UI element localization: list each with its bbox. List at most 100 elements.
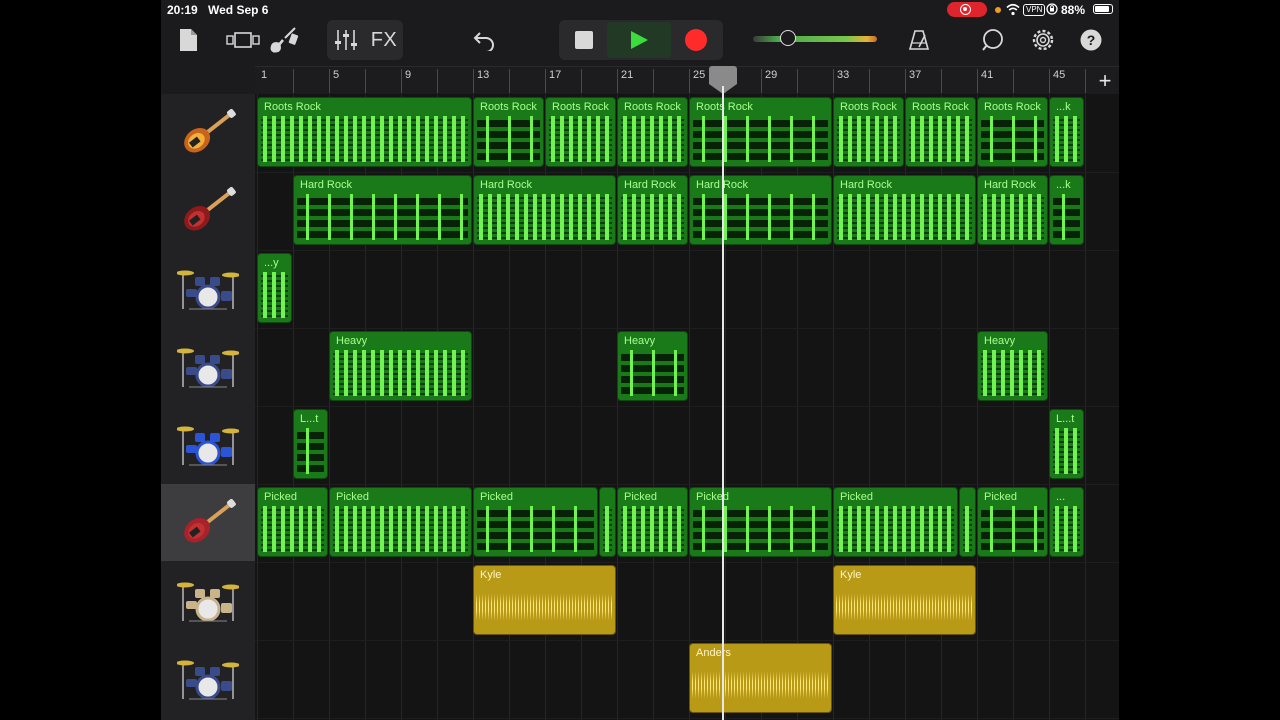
drum-kit-blue-track-header[interactable] [161,406,255,483]
midi-region[interactable]: Picked [977,487,1048,557]
midi-region[interactable]: ...k [1049,175,1084,245]
bar-number: 21 [621,69,634,81]
midi-region[interactable]: L...t [293,409,328,479]
midi-region[interactable]: Hard Rock [977,175,1048,245]
midi-notes [261,272,288,318]
ruler-tick [797,69,798,93]
midi-notes [693,506,828,552]
midi-region[interactable]: Roots Rock [905,97,976,167]
track-lane[interactable]: Anders [255,640,1119,719]
electric-guitar-sunburst-track-header[interactable] [161,94,255,171]
audio-region[interactable]: Kyle [833,565,976,635]
drum-kit-track-header[interactable] [161,640,255,717]
track-lane[interactable]: Kyle Kyle [255,562,1119,641]
track-lane[interactable]: Hard Rock Hard Rock Hard Rock Hard Rock Hard… [255,172,1119,251]
region-name: Picked [624,491,658,503]
status-date: Wed Sep 6 [208,3,269,17]
midi-notes [333,350,468,396]
track-lane[interactable]: Heavy Heavy Heavy [255,328,1119,407]
midi-region[interactable]: ...y [257,253,292,323]
midi-region[interactable] [959,487,976,557]
midi-region[interactable]: Roots Rock [833,97,904,167]
instrument-browser-button[interactable] [267,20,301,60]
midi-region[interactable]: Hard Rock [617,175,688,245]
bass-guitar-track-header[interactable] [161,484,255,561]
drum-kit-track-header[interactable] [161,328,255,405]
drum-kit-icon [177,348,239,387]
drum-kit-track-header[interactable] [161,250,255,327]
midi-region[interactable]: ... [1049,487,1084,557]
metronome-button[interactable] [905,20,933,60]
settings-button[interactable] [1029,20,1057,60]
ruler-tick [293,69,294,93]
loop-browser-button[interactable] [979,20,1007,60]
midi-region[interactable]: Picked [689,487,832,557]
midi-region[interactable]: Picked [833,487,958,557]
midi-notes [477,116,540,162]
midi-notes [477,194,612,240]
midi-notes [909,116,972,162]
audio-region[interactable]: Kyle [473,565,616,635]
wifi-icon [1006,3,1020,16]
midi-region[interactable]: Hard Rock [293,175,472,245]
midi-region[interactable]: Roots Rock [977,97,1048,167]
play-button[interactable] [607,22,671,58]
midi-region[interactable]: Picked [257,487,328,557]
undo-button[interactable] [469,20,499,60]
ruler-tick [1049,69,1050,93]
tracks-view-button[interactable] [223,20,263,60]
ruler-tick [725,69,726,93]
ruler-tick [365,69,366,93]
ruler-tick [653,69,654,93]
midi-region[interactable]: L...t [1049,409,1084,479]
ruler-tick [689,69,690,93]
electric-guitar-red-track-header[interactable] [161,172,255,249]
help-button[interactable]: ? [1077,20,1105,60]
track-lane[interactable]: Roots Rock Roots Rock Roots Rock Roots Rock… [255,94,1119,173]
master-volume-slider[interactable] [753,20,883,60]
midi-region[interactable]: Hard Rock [689,175,832,245]
fx-button[interactable]: FX [371,29,398,52]
drum-kit-natural-track-header[interactable] [161,562,255,639]
screen-recording-indicator[interactable] [947,2,987,17]
ruler-tick [473,69,474,93]
midi-region[interactable]: Picked [617,487,688,557]
ruler-tick [509,69,510,93]
add-section-button[interactable]: + [1091,67,1119,95]
midi-region[interactable]: Picked [329,487,472,557]
region-name: ... [1056,491,1066,503]
track-lane[interactable]: Picked Picked Picked Picked Picked Picked Pick… [255,484,1119,563]
midi-region[interactable]: Hard Rock [473,175,616,245]
audio-region[interactable]: Anders [689,643,832,713]
midi-region[interactable]: Heavy [617,331,688,401]
midi-region[interactable]: Heavy [977,331,1048,401]
midi-region[interactable]: Roots Rock [473,97,544,167]
track-lane[interactable]: L...t L...t [255,406,1119,485]
midi-region[interactable]: Roots Rock [257,97,472,167]
region-name: Picked [336,491,370,503]
stop-icon [575,31,593,49]
midi-notes [261,116,468,162]
battery-icon [1093,4,1113,14]
my-songs-button[interactable] [175,20,201,60]
mixer-icon[interactable] [333,28,359,52]
midi-region[interactable] [599,487,616,557]
midi-region[interactable]: Roots Rock [545,97,616,167]
ruler-tick [941,69,942,93]
ruler-tick [581,69,582,93]
region-name: Roots Rock [480,101,537,113]
drum-kit-icon [177,660,239,699]
record-button[interactable] [671,28,721,52]
midi-region[interactable]: Picked [473,487,598,557]
midi-region[interactable]: ...k [1049,97,1084,167]
timeline-ruler[interactable]: + 1 5 9 13 17 21 25 29 33 37 41 45 [255,66,1119,96]
track-lane[interactable]: ...y [255,250,1119,329]
midi-region[interactable]: Roots Rock [689,97,832,167]
midi-region[interactable]: Roots Rock [617,97,688,167]
stop-button[interactable] [561,31,607,49]
volume-thumb[interactable] [780,30,797,46]
region-name: Heavy [984,335,1016,347]
track-lanes[interactable]: Roots Rock Roots Rock Roots Rock Roots Rock… [255,94,1119,720]
midi-region[interactable]: Hard Rock [833,175,976,245]
midi-region[interactable]: Heavy [329,331,472,401]
